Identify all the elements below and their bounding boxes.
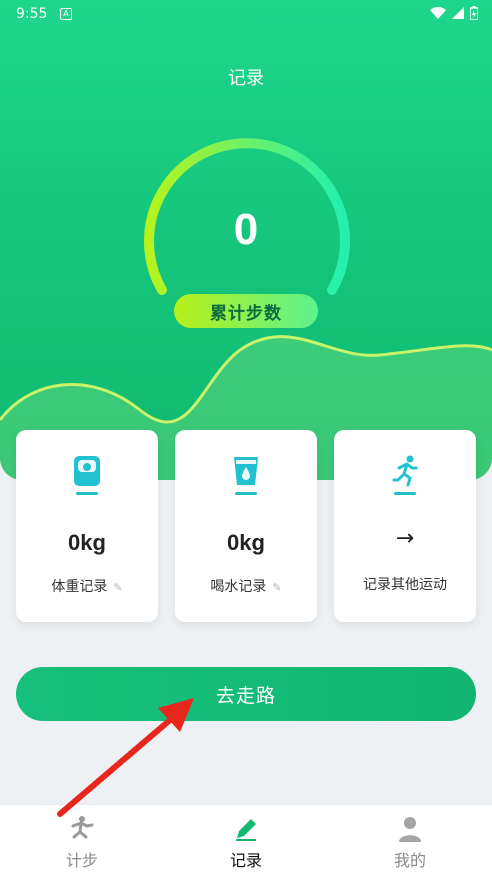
- other-sport-label: 记录其他运动: [363, 577, 447, 593]
- status-icons: [430, 6, 478, 20]
- other-sport-card[interactable]: → 记录其他运动: [334, 430, 476, 622]
- arrow-right-icon: →: [395, 526, 415, 551]
- page-title: 记录: [228, 68, 264, 89]
- pencil-icon: ✎: [113, 581, 123, 594]
- water-label-text: 喝水记录: [210, 579, 267, 595]
- water-value: 0kg: [227, 530, 265, 555]
- nav-label-records: 记录: [229, 851, 262, 870]
- status-bar: 9:55 A: [0, 0, 492, 28]
- status-time: 9:55: [16, 6, 48, 22]
- nav-label-steps: 计步: [65, 851, 98, 870]
- header-hero: 9:55 A 记录 0 累计步数: [0, 0, 492, 480]
- card-accent-dash: [76, 492, 98, 495]
- signal-icon: [452, 7, 464, 19]
- water-cup-icon: [234, 457, 258, 485]
- weight-label: 体重记录 ✎: [16, 576, 158, 596]
- water-record-card[interactable]: 0kg 喝水记录 ✎: [175, 430, 317, 622]
- running-person-icon: [392, 455, 418, 487]
- battery-icon: [470, 6, 478, 20]
- annotation-arrow: [57, 698, 194, 817]
- card-accent-dash: [235, 492, 257, 495]
- wifi-icon: [430, 7, 446, 19]
- card-accent-dash: [394, 492, 416, 495]
- weight-label-text: 体重记录: [51, 579, 108, 595]
- pencil-icon: ✎: [272, 581, 282, 594]
- pencil-icon: [236, 819, 256, 841]
- scale-icon: [74, 456, 100, 486]
- nav-item-mine[interactable]: 我的: [328, 805, 492, 877]
- step-count-value: 0: [233, 205, 259, 254]
- weight-value: 0kg: [68, 530, 106, 555]
- weight-record-card[interactable]: 0kg 体重记录 ✎: [16, 430, 158, 622]
- person-icon: [399, 817, 421, 842]
- water-label: 喝水记录 ✎: [175, 576, 317, 596]
- nav-label-mine: 我的: [393, 851, 426, 870]
- a-box-icon: A: [60, 8, 72, 20]
